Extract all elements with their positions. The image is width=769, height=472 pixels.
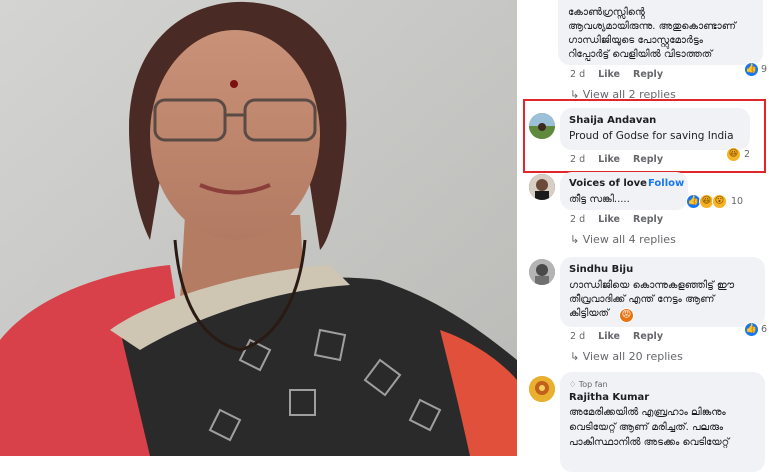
view-replies-link[interactable]: ↳ View all 4 replies [570,233,676,246]
reaction-count: 10 [731,196,744,207]
commenter-name[interactable]: Shaija Andavan [569,115,656,126]
reply-button[interactable]: Reply [633,69,663,80]
angry-emoji-icon: 😡 [619,308,634,323]
separator-dot: · [641,178,645,189]
avatar-image [529,174,555,200]
comment-text-line: ആവശ്യമായിരുന്നു. അതുകൊണ്ടാണ് [568,21,736,32]
reaction-count: 9 [761,64,768,75]
view-replies-label: View all 20 replies [582,350,683,363]
haha-reaction-icon: 😆 [726,147,741,162]
reaction-summary[interactable]: 👍 😆 😮 10 [686,194,743,209]
follow-button[interactable]: Follow [648,178,684,189]
avatar-image [529,259,555,285]
reaction-summary[interactable]: 😆 2 [726,147,750,162]
comment-text-line: റിപ്പോർട്ട് വെളിയിൽ വിടാത്തത് [568,49,713,60]
reply-button[interactable]: Reply [633,154,663,165]
comment-meta: 2 d Like Reply [570,214,663,225]
comment-text: Proud of Godse for saving India [569,130,734,142]
like-reaction-icon: 👍 [744,322,759,337]
reaction-count: 6 [761,324,768,335]
badge-label: Top fan [578,380,608,389]
avatar[interactable] [529,113,555,139]
avatar[interactable] [529,259,555,285]
reaction-summary[interactable]: 👍 9 [744,62,767,77]
badge-icon: ♢ [569,380,577,389]
avatar-image [529,376,555,402]
comment-text-line: ഗാന്ധിജിയെ കൊന്നുകളഞ്ഞിട്ട് ഈ [569,280,735,291]
comment-time: 2 d [570,331,586,342]
commenter-name[interactable]: Voices of love [569,178,647,189]
comment-time: 2 d [570,69,586,80]
like-button[interactable]: Like [598,154,620,165]
comment-meta: 2 d Like Reply [570,69,663,80]
reaction-count: 2 [744,149,751,160]
comment-time: 2 d [570,154,586,165]
reply-arrow-icon: ↳ [570,233,580,246]
like-button[interactable]: Like [598,69,620,80]
comment-text-line: പാകിസ്ഥാനിൽ അടക്കം വെടിയേറ്റ് [569,437,730,448]
reply-button[interactable]: Reply [633,214,663,225]
like-button[interactable]: Like [598,214,620,225]
view-replies-label: View all 4 replies [582,233,676,246]
wow-reaction-icon: 😮 [712,194,727,209]
comment-text-line: വെടിയേറ്റ് ആണ് മരിച്ചത്. പലരും [569,422,724,433]
avatar[interactable] [529,174,555,200]
comment-text-line: കിട്ടിയത് [569,308,609,319]
comment-text-line: കോൺഗ്രസ്സിൻ്റെ [568,7,645,18]
commenter-name[interactable]: Rajitha Kumar [569,392,649,403]
comment-time: 2 d [570,214,586,225]
avatar-image [529,113,555,139]
reaction-summary[interactable]: 👍 6 [744,322,767,337]
comment-meta: 2 d Like Reply [570,154,663,165]
comment-text: തീട്ട സങ്കി..... [569,194,630,205]
reply-button[interactable]: Reply [633,331,663,342]
comment-meta: 2 d Like Reply [570,331,663,342]
like-button[interactable]: Like [598,331,620,342]
avatar[interactable] [529,376,555,402]
news-photo [0,0,517,456]
comment-text-line: തീവ്രവാദിക്ക് എന്ത് നേട്ടം ആണ് [569,294,715,305]
like-reaction-icon: 👍 [744,62,759,77]
view-replies-link[interactable]: ↳ View all 20 replies [570,350,683,363]
comment-text-line: അമേരിക്കയിൽ എബ്രഹാം ലിങ്കനും [569,407,726,418]
woman-portrait-image [0,0,517,456]
top-fan-badge: ♢ Top fan [569,380,608,389]
reply-arrow-icon: ↳ [570,350,580,363]
comment-text-line: ഗാന്ധിജിയുടെ പോസ്റ്റുമോർട്ടം [568,35,703,46]
commenter-name[interactable]: Sindhu Biju [569,264,633,275]
